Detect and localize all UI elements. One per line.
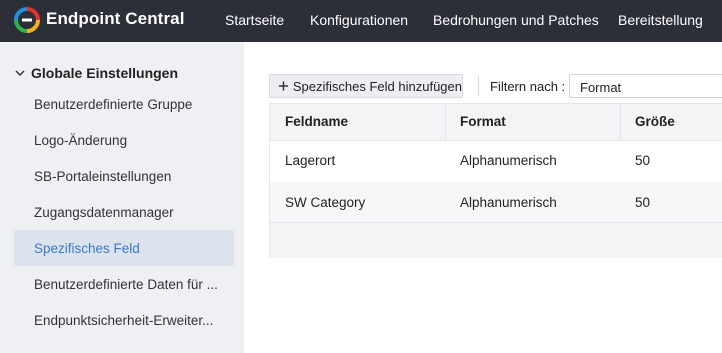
nav-bereitstellung[interactable]: Bereitstellung [618,12,703,28]
sidebar-item-label: Benutzerdefinierte Daten für ... [34,276,218,292]
top-navigation-bar: Endpoint Central Startseite Konfiguratio… [0,0,722,42]
column-divider [445,104,446,140]
filter-select[interactable]: Format [569,74,722,98]
add-custom-field-label: Spezifisches Feld hinzufügen [292,78,462,94]
sidebar-item-label: Logo-Änderung [34,132,128,148]
cell-format: Alphanumerisch [460,153,557,168]
sidebar-item-endpunktsicherheit-erweiterungen[interactable]: Endpunktsicherheit-Erweiter... [14,302,234,338]
sidebar-item-zugangsdatenmanager[interactable]: Zugangsdatenmanager [14,194,234,230]
add-custom-field-button[interactable]: Spezifisches Feld hinzufügen [269,74,463,98]
table-row[interactable]: SW Category Alphanumerisch 50 [270,182,722,224]
sidebar-item-logo-aenderung[interactable]: Logo-Änderung [14,122,234,158]
sidebar-item-benutzerdefinierte-gruppe[interactable]: Benutzerdefinierte Gruppe [14,86,234,122]
sidebar-item-benutzerdefinierte-daten[interactable]: Benutzerdefinierte Daten für ... [14,266,234,302]
sidebar-item-label: Endpunktsicherheit-Erweiter... [34,312,214,328]
toolbar-divider [478,76,479,96]
column-header-feldname[interactable]: Feldname [285,104,348,140]
column-divider [620,104,621,140]
chevron-down-icon [15,70,25,77]
sidebar-item-label: Benutzerdefinierte Gruppe [34,96,193,112]
endpoint-central-logo-icon[interactable] [14,7,40,33]
column-header-groesse[interactable]: Größe [635,104,675,140]
filter-label: Filtern nach : [490,79,566,94]
custom-fields-table: Feldname Format Größe Lagerort Alphanume… [269,103,722,258]
column-header-format[interactable]: Format [460,104,506,140]
table-header: Feldname Format Größe [270,104,722,141]
nav-startseite[interactable]: Startseite [225,12,284,28]
nav-bedrohungen-und-patches[interactable]: Bedrohungen und Patches [433,12,599,28]
sidebar-item-sb-portaleinstellungen[interactable]: SB-Portaleinstellungen [14,158,234,194]
cell-feldname: SW Category [285,195,366,210]
cell-groesse: 50 [635,153,651,168]
sidebar-item-spezifisches-feld[interactable]: Spezifisches Feld [14,230,234,266]
cell-feldname: Lagerort [285,153,336,168]
nav-konfigurationen[interactable]: Konfigurationen [310,12,408,28]
sidebar-group-label: Globale Einstellungen [31,65,179,81]
cell-groesse: 50 [635,195,651,210]
cell-format: Alphanumerisch [460,195,557,210]
plus-icon [278,81,288,91]
sidebar-item-label: Zugangsdatenmanager [34,204,174,220]
sidebar-item-label: SB-Portaleinstellungen [34,168,172,184]
table-footer [270,222,722,258]
table-row[interactable]: Lagerort Alphanumerisch 50 [270,140,722,182]
sidebar-group-globale-einstellungen[interactable]: Globale Einstellungen [14,64,178,82]
sidebar-item-label: Spezifisches Feld [34,240,140,256]
brand-name: Endpoint Central [46,9,185,28]
